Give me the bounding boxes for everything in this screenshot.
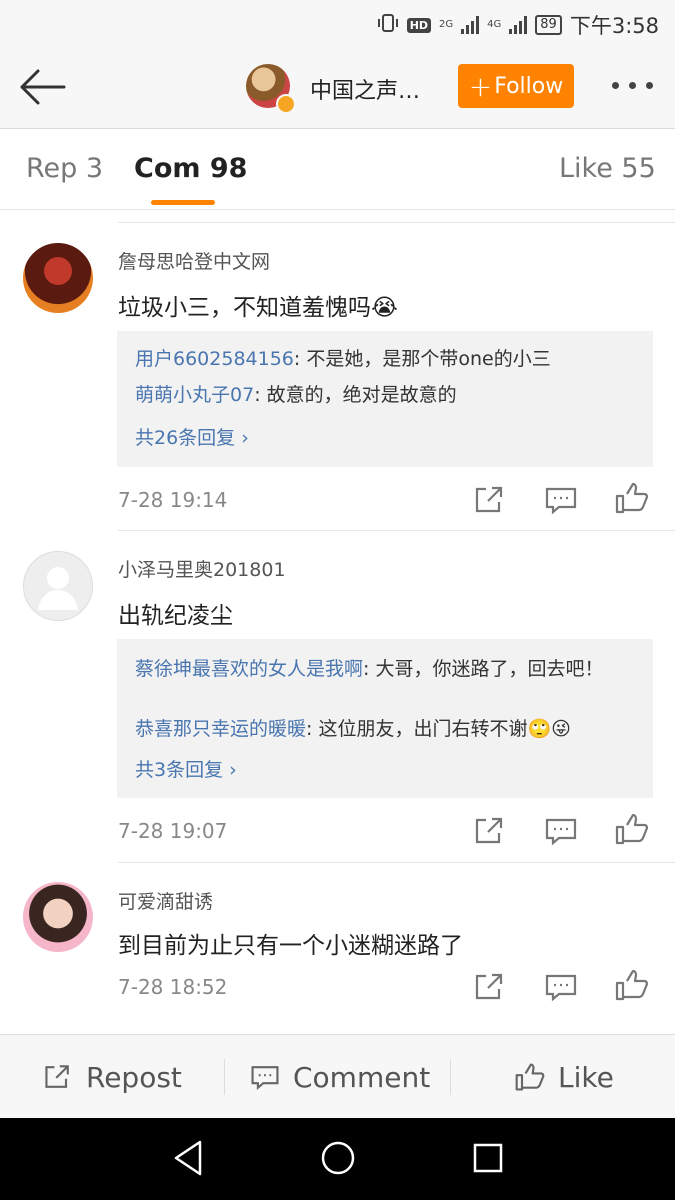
repost-button[interactable]: Repost bbox=[42, 1035, 182, 1119]
divider bbox=[450, 1059, 451, 1095]
repost-icon[interactable] bbox=[472, 484, 508, 516]
comment-text: 到目前为止只有一个小迷糊迷路了 bbox=[118, 933, 463, 959]
follow-label: Follow bbox=[494, 73, 564, 99]
reply-text: 不是她，是那个带one的小三 bbox=[306, 348, 551, 370]
active-tab-indicator bbox=[151, 200, 215, 205]
reply-user[interactable]: 蔡徐坤最喜欢的女人是我啊 bbox=[135, 658, 363, 680]
hd-badge: HD bbox=[406, 17, 432, 33]
network-4g-label: 4G bbox=[487, 19, 502, 30]
reply-separator: : bbox=[254, 384, 267, 406]
repost-icon[interactable] bbox=[472, 815, 508, 847]
nav-recents-icon[interactable] bbox=[470, 1138, 506, 1178]
follow-button[interactable]: + Follow bbox=[458, 64, 574, 108]
back-button[interactable] bbox=[18, 68, 66, 106]
view-more-replies-link[interactable]: 共3条回复 › bbox=[135, 755, 237, 782]
tab-reposts[interactable]: Rep 3 bbox=[26, 153, 103, 184]
top-header: 中国之声… + Follow bbox=[0, 46, 675, 129]
battery-indicator: 89 bbox=[535, 15, 562, 35]
default-avatar-icon bbox=[38, 567, 78, 610]
more-options-icon[interactable] bbox=[612, 82, 653, 89]
like-label: Like bbox=[558, 1060, 614, 1094]
reply-user[interactable]: 萌萌小丸子07 bbox=[135, 384, 254, 406]
comment-icon[interactable] bbox=[543, 815, 579, 847]
repost-icon bbox=[45, 1065, 69, 1088]
commenter-avatar[interactable] bbox=[23, 882, 93, 952]
repost-label: Repost bbox=[86, 1060, 182, 1094]
verified-badge-icon bbox=[276, 94, 296, 114]
tab-bar: Rep 3 Com 98 Like 55 bbox=[0, 129, 675, 210]
comment-time: 7-28 19:07 bbox=[118, 819, 228, 843]
comment-icon bbox=[251, 1066, 279, 1090]
back-arrow-icon bbox=[20, 69, 66, 105]
comment-time: 7-28 18:52 bbox=[118, 975, 228, 999]
view-more-replies-link[interactable]: 共26条回复 › bbox=[135, 423, 249, 450]
comment-text: 垃圾小三，不知道羞愧吗😭 bbox=[118, 295, 398, 321]
divider bbox=[118, 530, 675, 531]
system-navigation-bar bbox=[0, 1118, 675, 1200]
reply-text: 大哥，你迷路了，回去吧！ bbox=[375, 658, 604, 680]
vibrate-icon bbox=[377, 13, 399, 37]
commenter-name[interactable]: 可爱滴甜诱 bbox=[118, 887, 213, 914]
commenter-name[interactable]: 小泽马里奥201801 bbox=[118, 555, 286, 582]
comment-label: Comment bbox=[293, 1060, 431, 1094]
nav-home-icon[interactable] bbox=[318, 1138, 358, 1178]
plus-icon: + bbox=[468, 69, 493, 103]
replies-box[interactable]: 用户6602584156: 不是她，是那个带one的小三 萌萌小丸子07: 故意… bbox=[117, 331, 653, 467]
like-icon[interactable] bbox=[614, 482, 650, 514]
reply-text: 故意的，绝对是故意的 bbox=[266, 384, 457, 406]
author-name[interactable]: 中国之声… bbox=[310, 73, 420, 105]
comment-button[interactable]: Comment bbox=[249, 1035, 430, 1119]
reply-separator: : bbox=[306, 718, 319, 740]
commenter-avatar[interactable] bbox=[23, 243, 93, 313]
comment-text: 出轨纪凌尘 bbox=[118, 603, 233, 629]
commenter-avatar[interactable] bbox=[23, 551, 93, 621]
replies-box[interactable]: 蔡徐坤最喜欢的女人是我啊: 大哥，你迷路了，回去吧！ 恭喜那只幸运的暖暖: 这位… bbox=[117, 639, 653, 798]
like-button[interactable]: Like bbox=[514, 1035, 614, 1119]
comment-icon[interactable] bbox=[543, 971, 579, 1003]
reply-text: 这位朋友，出门右转不谢🙄😜 bbox=[318, 718, 571, 740]
reply-item: 蔡徐坤最喜欢的女人是我啊: 大哥，你迷路了，回去吧！ bbox=[135, 655, 639, 683]
like-icon[interactable] bbox=[614, 813, 650, 845]
signal-icon-2 bbox=[509, 16, 528, 34]
reply-item: 恭喜那只幸运的暖暖: 这位朋友，出门右转不谢🙄😜 bbox=[135, 715, 639, 743]
reply-separator: : bbox=[363, 658, 376, 680]
comment-time: 7-28 19:14 bbox=[118, 488, 228, 512]
clock: 下午3:58 bbox=[569, 14, 659, 38]
nav-back-icon[interactable] bbox=[170, 1138, 206, 1178]
comment-icon[interactable] bbox=[543, 484, 579, 516]
reply-user[interactable]: 恭喜那只幸运的暖暖 bbox=[135, 718, 306, 740]
divider bbox=[224, 1059, 225, 1095]
like-icon bbox=[515, 1063, 545, 1091]
repost-icon[interactable] bbox=[472, 971, 508, 1003]
signal-icon bbox=[461, 16, 480, 34]
status-bar: HD 2G 4G 89 下午3:58 bbox=[0, 0, 675, 46]
network-2g-label: 2G bbox=[439, 19, 454, 30]
reply-separator: : bbox=[293, 348, 307, 370]
reply-item: 萌萌小丸子07: 故意的，绝对是故意的 bbox=[135, 381, 639, 409]
divider bbox=[118, 222, 675, 223]
divider bbox=[118, 862, 675, 863]
reply-user[interactable]: 用户6602584156 bbox=[135, 348, 294, 370]
tab-comments[interactable]: Com 98 bbox=[134, 153, 247, 184]
like-icon[interactable] bbox=[614, 969, 650, 1001]
reply-item: 用户6602584156: 不是她，是那个带one的小三 bbox=[135, 345, 639, 373]
bottom-action-bar: Repost Comment Like bbox=[0, 1034, 675, 1119]
tab-likes[interactable]: Like 55 bbox=[559, 153, 656, 184]
commenter-name[interactable]: 詹母思哈登中文网 bbox=[118, 247, 270, 274]
